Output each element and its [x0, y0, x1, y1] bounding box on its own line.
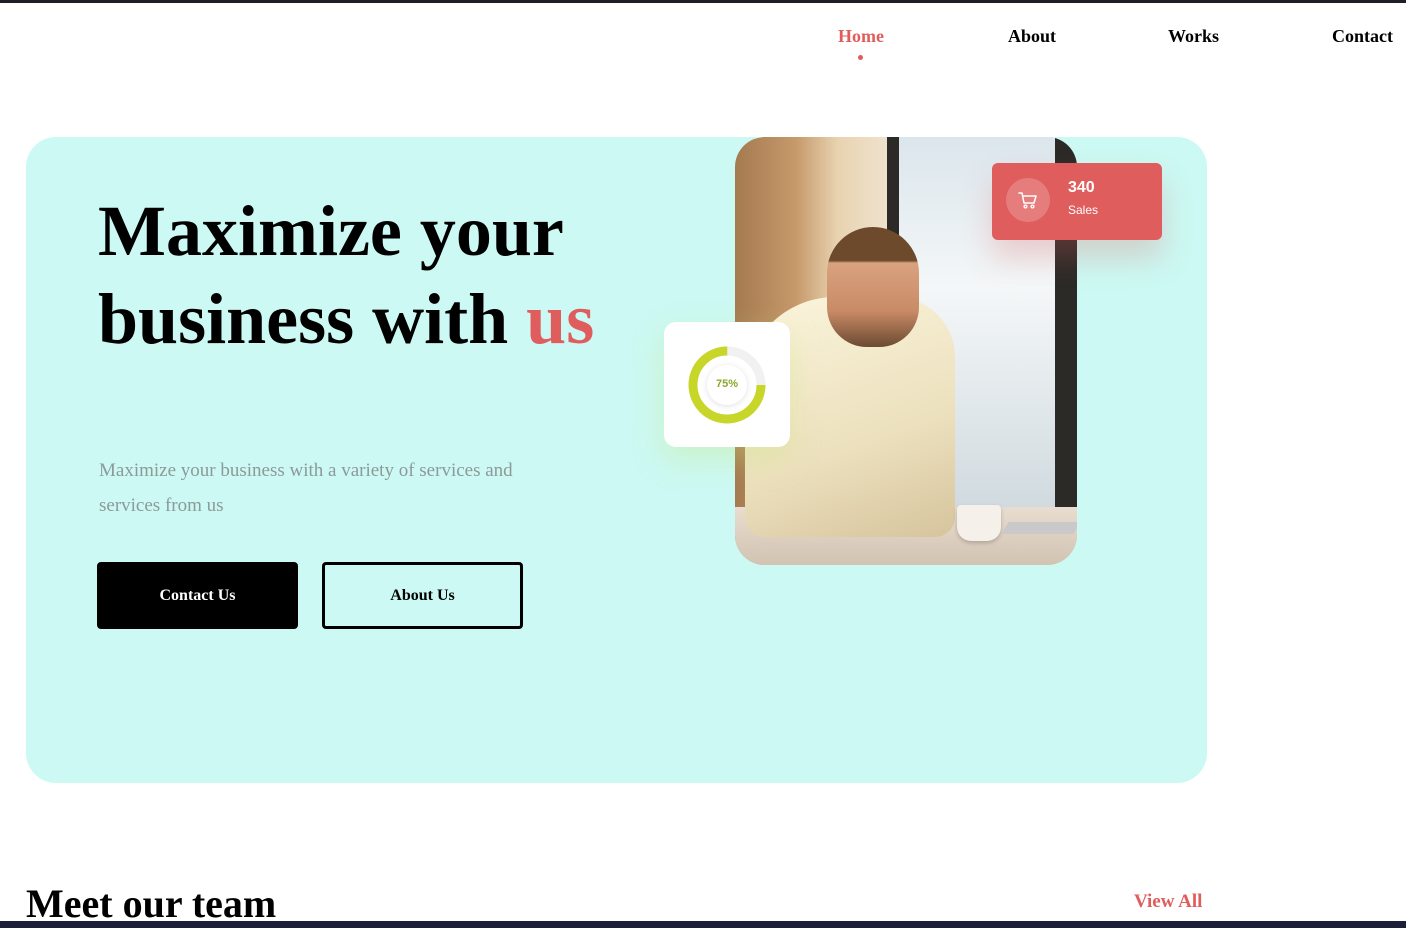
- nav-item-contact[interactable]: Contact: [1332, 26, 1393, 47]
- nav-item-home[interactable]: Home: [838, 26, 884, 60]
- sales-value: 340: [1068, 179, 1095, 196]
- cart-icon: [1006, 178, 1050, 222]
- photo-person-head: [827, 227, 919, 347]
- nav-item-about[interactable]: About: [1008, 26, 1056, 47]
- nav-item-label: Contact: [1332, 26, 1393, 46]
- hero-title: Maximize your business with us: [98, 187, 698, 363]
- sales-card: 340 Sales: [992, 163, 1162, 240]
- progress-label: 75%: [715, 378, 739, 390]
- progress-card: 75%: [664, 322, 790, 447]
- main-nav: Home About Works Contact: [0, 26, 1406, 66]
- hero-title-line1: Maximize your: [98, 191, 564, 271]
- photo-laptop: [1001, 522, 1077, 534]
- top-border: [0, 0, 1406, 3]
- hero-title-line2: business with: [98, 279, 509, 359]
- about-us-button[interactable]: About Us: [322, 562, 523, 629]
- nav-item-label: Works: [1168, 26, 1220, 46]
- nav-item-works[interactable]: Works: [1168, 26, 1219, 47]
- hero-description: Maximize your business with a variety of…: [99, 460, 513, 516]
- contact-us-button[interactable]: Contact Us: [97, 562, 298, 629]
- nav-item-label: About: [1008, 26, 1057, 46]
- view-all-link[interactable]: View All: [1134, 891, 1202, 913]
- hero-section: Maximize your business with us Maximize …: [26, 137, 1207, 783]
- nav-item-label: Home: [838, 26, 884, 46]
- photo-cup: [957, 505, 1001, 541]
- sales-label: Sales: [1068, 203, 1099, 217]
- hero-title-accent: us: [526, 279, 595, 359]
- active-indicator-dot: [858, 55, 864, 60]
- bottom-strip: [0, 921, 1406, 928]
